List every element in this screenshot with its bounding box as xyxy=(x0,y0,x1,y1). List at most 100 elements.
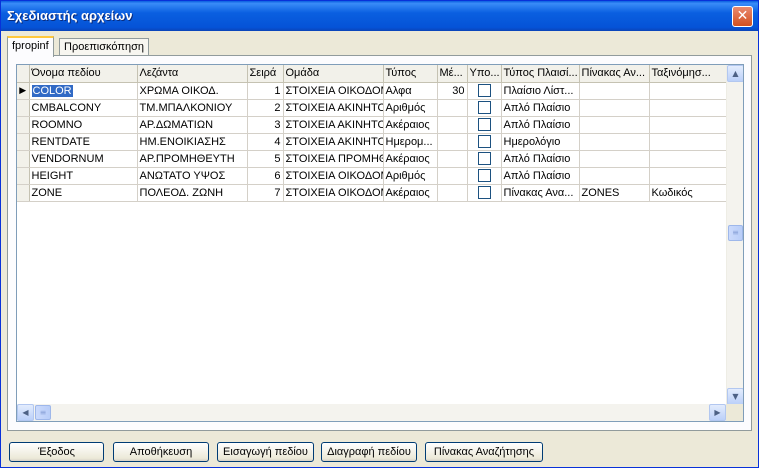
cell-size[interactable]: 30 xyxy=(437,82,468,100)
cell-order[interactable]: 2 xyxy=(247,99,284,117)
required-checkbox[interactable] xyxy=(477,152,491,165)
cell-size[interactable] xyxy=(437,184,468,202)
cell-sort[interactable] xyxy=(649,150,727,168)
cell-lookup-table[interactable] xyxy=(579,99,650,117)
row-indicator[interactable] xyxy=(17,150,30,168)
fields-grid[interactable]: Όνομα πεδίου Λεζάντα Σειρά Ομάδα Τύπος Μ… xyxy=(16,64,744,422)
cell-caption[interactable]: ΤΜ.ΜΠΑΛΚΟΝΙΟΥ xyxy=(137,99,248,117)
horizontal-scrollbar[interactable]: ◀ ≡ ▶ xyxy=(17,404,726,421)
cell-lookup-table[interactable] xyxy=(579,167,650,185)
lookup-table-button[interactable]: Πίνακας Αναζήτησης xyxy=(425,442,543,462)
cell-field-name[interactable]: VENDORNUM xyxy=(29,150,138,168)
cell-size[interactable] xyxy=(437,99,468,117)
table-row[interactable]: HEIGHT ΑΝΩΤΑΤΟ ΥΨΟΣ 6 ΣΤΟΙΧΕΙΑ ΟΙΚΟΔΟΜ. … xyxy=(17,167,727,185)
scroll-right-icon[interactable]: ▶ xyxy=(709,404,726,421)
cell-frame-type[interactable]: Απλό Πλαίσιο xyxy=(501,167,580,185)
cell-frame-type[interactable]: Απλό Πλαίσιο xyxy=(501,116,580,134)
title-bar[interactable]: Σχεδιαστής αρχείων ✕ xyxy=(1,1,758,31)
cell-group[interactable]: ΣΤΟΙΧΕΙΑ ΑΚΙΝΗΤΟΥ xyxy=(283,116,384,134)
cell-group[interactable]: ΣΤΟΙΧΕΙΑ ΠΡΟΜΗΘ. xyxy=(283,150,384,168)
col-header-order[interactable]: Σειρά xyxy=(247,65,284,83)
cell-lookup-table[interactable] xyxy=(579,116,650,134)
cell-lookup-table[interactable] xyxy=(579,82,650,100)
row-indicator[interactable] xyxy=(17,133,30,151)
cell-lookup-table[interactable] xyxy=(579,133,650,151)
table-row[interactable]: VENDORNUM ΑΡ.ΠΡΟΜΗΘΕΥΤΗ 5 ΣΤΟΙΧΕΙΑ ΠΡΟΜΗ… xyxy=(17,150,727,168)
cell-size[interactable] xyxy=(437,116,468,134)
cell-required[interactable] xyxy=(467,116,502,134)
cell-required[interactable] xyxy=(467,82,502,100)
cell-frame-type[interactable]: Πλαίσιο Λίστ... xyxy=(501,82,580,100)
save-button[interactable]: Αποθήκευση xyxy=(113,442,209,462)
cell-type[interactable]: Αριθμός xyxy=(383,167,438,185)
table-row[interactable]: CMBALCONY ΤΜ.ΜΠΑΛΚΟΝΙΟΥ 2 ΣΤΟΙΧΕΙΑ ΑΚΙΝΗ… xyxy=(17,99,727,117)
cell-lookup-table[interactable] xyxy=(579,150,650,168)
cell-sort[interactable] xyxy=(649,133,727,151)
cell-caption[interactable]: ΑΝΩΤΑΤΟ ΥΨΟΣ xyxy=(137,167,248,185)
cell-type[interactable]: Ακέραιος xyxy=(383,116,438,134)
cell-caption[interactable]: ΑΡ.ΠΡΟΜΗΘΕΥΤΗ xyxy=(137,150,248,168)
cell-field-name[interactable]: RENTDATE xyxy=(29,133,138,151)
cell-type[interactable]: Ημερομ... xyxy=(383,133,438,151)
table-row[interactable]: ZONE ΠΟΛΕΟΔ. ΖΩΝΗ 7 ΣΤΟΙΧΕΙΑ ΟΙΚΟΔΟΜ. Ακ… xyxy=(17,184,727,202)
cell-group[interactable]: ΣΤΟΙΧΕΙΑ ΟΙΚΟΔΟΜ. xyxy=(283,167,384,185)
insert-field-button[interactable]: Εισαγωγή πεδίου xyxy=(217,442,314,462)
cell-field-name[interactable]: ROOMNO xyxy=(29,116,138,134)
close-button[interactable]: ✕ xyxy=(732,6,753,27)
table-row[interactable]: ▶ COLOR ΧΡΩΜΑ ΟΙΚΟΔ. 1 ΣΤΟΙΧΕΙΑ ΟΙΚΟΔΟΜ.… xyxy=(17,82,727,100)
cell-order[interactable]: 1 xyxy=(247,82,284,100)
required-checkbox[interactable] xyxy=(477,186,491,199)
cell-required[interactable] xyxy=(467,150,502,168)
cell-size[interactable] xyxy=(437,167,468,185)
cell-caption[interactable]: ΠΟΛΕΟΔ. ΖΩΝΗ xyxy=(137,184,248,202)
cell-type[interactable]: Αλφα xyxy=(383,82,438,100)
delete-field-button[interactable]: Διαγραφή πεδίου xyxy=(321,442,417,462)
row-indicator[interactable] xyxy=(17,116,30,134)
scroll-up-icon[interactable]: ▲ xyxy=(727,65,743,82)
tab-fpropinf[interactable]: fpropinf xyxy=(7,36,54,57)
cell-order[interactable]: 4 xyxy=(247,133,284,151)
cell-type[interactable]: Αριθμός xyxy=(383,99,438,117)
cell-group[interactable]: ΣΤΟΙΧΕΙΑ ΑΚΙΝΗΤΟΥ xyxy=(283,133,384,151)
cell-frame-type[interactable]: Πίνακας Ανα... xyxy=(501,184,580,202)
vertical-scrollbar[interactable]: ▲ ≡ ▼ xyxy=(726,65,743,405)
cell-field-name[interactable]: HEIGHT xyxy=(29,167,138,185)
col-header-lookup-table[interactable]: Πίνακας Αν... xyxy=(579,65,650,83)
col-header-caption[interactable]: Λεζάντα xyxy=(137,65,248,83)
vertical-scroll-thumb[interactable]: ≡ xyxy=(728,225,743,241)
cell-required[interactable] xyxy=(467,184,502,202)
col-header-size[interactable]: Μέ... xyxy=(437,65,468,83)
col-header-type[interactable]: Τύπος xyxy=(383,65,438,83)
cell-lookup-table[interactable]: ZONES xyxy=(579,184,650,202)
cell-sort[interactable] xyxy=(649,116,727,134)
cell-order[interactable]: 7 xyxy=(247,184,284,202)
cell-order[interactable]: 5 xyxy=(247,150,284,168)
scroll-down-icon[interactable]: ▼ xyxy=(727,388,743,405)
cell-type[interactable]: Ακέραιος xyxy=(383,150,438,168)
cell-required[interactable] xyxy=(467,167,502,185)
cell-sort[interactable] xyxy=(649,82,727,100)
table-row[interactable]: ROOMNO ΑΡ.ΔΩΜΑΤΙΩΝ 3 ΣΤΟΙΧΕΙΑ ΑΚΙΝΗΤΟΥ Α… xyxy=(17,116,727,134)
cell-frame-type[interactable]: Ημερολόγιο xyxy=(501,133,580,151)
col-header-required[interactable]: Υπο... xyxy=(467,65,502,83)
cell-sort[interactable] xyxy=(649,99,727,117)
required-checkbox[interactable] xyxy=(477,135,491,148)
exit-button[interactable]: Έξοδος xyxy=(9,442,104,462)
col-header-frame-type[interactable]: Τύπος Πλαισί... xyxy=(501,65,580,83)
required-checkbox[interactable] xyxy=(477,118,491,131)
cell-size[interactable] xyxy=(437,150,468,168)
cell-field-name[interactable]: COLOR xyxy=(29,82,138,100)
cell-frame-type[interactable]: Απλό Πλαίσιο xyxy=(501,99,580,117)
required-checkbox[interactable] xyxy=(477,101,491,114)
cell-frame-type[interactable]: Απλό Πλαίσιο xyxy=(501,150,580,168)
required-checkbox[interactable] xyxy=(477,169,491,182)
cell-caption[interactable]: ΑΡ.ΔΩΜΑΤΙΩΝ xyxy=(137,116,248,134)
cell-caption[interactable]: ΗΜ.ΕΝΟΙΚΙΑΣΗΣ xyxy=(137,133,248,151)
col-header-field-name[interactable]: Όνομα πεδίου xyxy=(29,65,138,83)
row-indicator[interactable] xyxy=(17,184,30,202)
cell-size[interactable] xyxy=(437,133,468,151)
cell-sort[interactable] xyxy=(649,167,727,185)
row-indicator[interactable] xyxy=(17,167,30,185)
horizontal-scroll-thumb[interactable]: ≡ xyxy=(35,405,51,420)
cell-order[interactable]: 3 xyxy=(247,116,284,134)
